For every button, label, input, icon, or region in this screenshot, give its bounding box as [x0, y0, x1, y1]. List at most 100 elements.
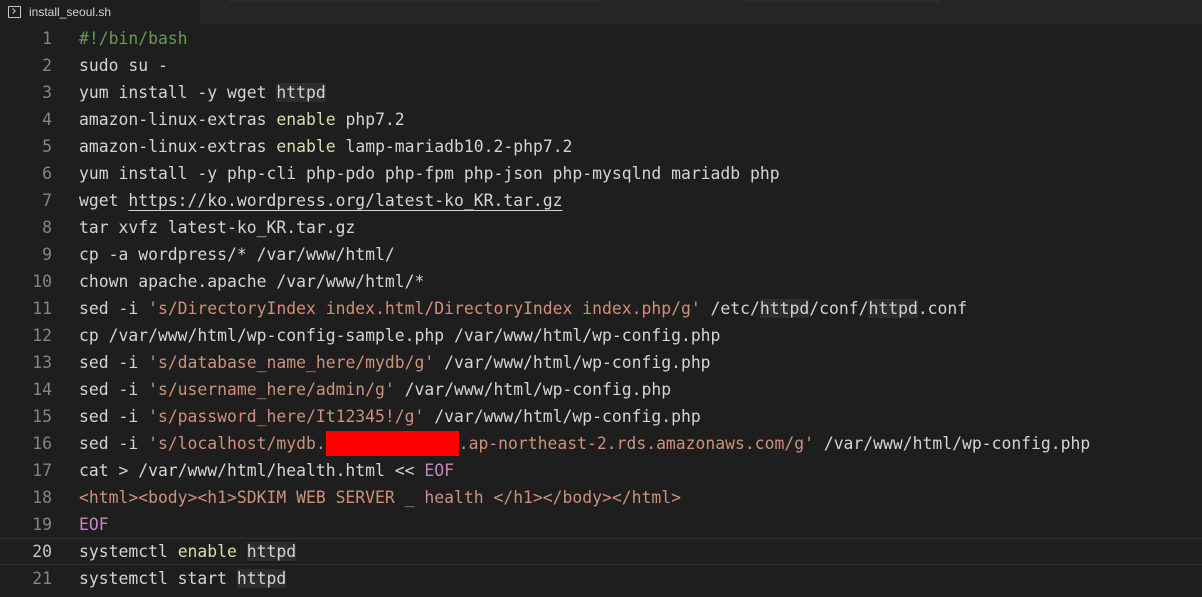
terminal-file-icon	[8, 6, 21, 18]
code-line[interactable]: 10 chown apache.apache /var/www/html/*	[0, 268, 1202, 295]
code-token: amazon-linux-extras	[79, 137, 277, 156]
line-code: amazon-linux-extras enable lamp-mariadb1…	[79, 133, 572, 160]
line-number: 20	[32, 542, 52, 561]
line-number: 6	[42, 164, 52, 183]
code-token: tar xvfz latest-ko_KR.tar.gz	[79, 218, 356, 237]
line-number: 12	[32, 326, 52, 345]
code-line[interactable]: 19 EOF	[0, 511, 1202, 538]
line-code: tar xvfz latest-ko_KR.tar.gz	[79, 214, 355, 241]
code-line[interactable]: 5 amazon-linux-extras enable lamp-mariadb…	[0, 133, 1202, 160]
code-token: amazon-linux-extras	[79, 110, 277, 129]
code-line[interactable]: 2 sudo su -	[0, 52, 1202, 79]
code-token: lamp-mariadb10.2-php7.2	[335, 137, 573, 156]
code-token: EOF	[79, 515, 109, 534]
code-token: yum install -y wget	[79, 83, 277, 102]
line-code: sed -i 's/password_here/It12345!/g' /var…	[79, 403, 701, 430]
code-token: sed -i	[79, 434, 149, 453]
code-line[interactable]: 15 sed -i 's/password_here/It12345!/g' /v…	[0, 403, 1202, 430]
code-token: sed -i	[79, 299, 149, 318]
url-link[interactable]: https://ko.wordpress.org/latest-ko_KR.ta…	[128, 191, 562, 210]
code-token: 's/localhost/mydb.	[148, 434, 326, 453]
tab-install-seoul[interactable]: install_seoul.sh	[0, 0, 200, 24]
code-line[interactable]: 11 sed -i 's/DirectoryIndex index.html/Di…	[0, 295, 1202, 322]
code-token: sed -i	[79, 407, 149, 426]
tab-bar: install_seoul.sh	[0, 0, 1202, 24]
code-token: /var/www/html/wp-config.php	[424, 407, 701, 426]
line-code: cp -a wordpress/* /var/www/html/	[79, 241, 395, 268]
code-token: 's/username_here/admin/g'	[148, 380, 395, 399]
code-token: sed -i	[79, 380, 149, 399]
code-token: EOF	[424, 461, 454, 480]
line-number: 2	[42, 56, 52, 75]
code-line[interactable]: 1 #!/bin/bash	[0, 25, 1202, 52]
line-number: 10	[32, 272, 52, 291]
code-token: #!/bin/bash	[79, 29, 188, 48]
code-token: systemctl	[79, 542, 178, 561]
code-token: httpd	[276, 83, 326, 102]
line-code: cp /var/www/html/wp-config-sample.php /v…	[79, 322, 720, 349]
code-token: cp /var/www/html/wp-config-sample.php /v…	[79, 326, 721, 345]
line-number: 4	[42, 110, 52, 129]
tab-strip-divider	[230, 0, 600, 2]
line-number: 7	[42, 191, 52, 210]
code-token: /etc/	[700, 299, 760, 318]
line-number: 1	[42, 29, 52, 48]
code-line[interactable]: 20 systemctl enable httpd	[0, 538, 1202, 565]
code-token: /var/www/html/wp-config.php	[394, 380, 672, 399]
code-token: <html><body><h1>SDKIM WEB SERVER _ healt…	[79, 488, 681, 507]
code-token: yum install -y php-cli php-pdo php-fpm p…	[79, 164, 780, 183]
code-token: php7.2	[335, 110, 405, 129]
line-code: cat > /var/www/html/health.html << EOF	[79, 457, 454, 484]
line-number: 19	[32, 515, 52, 534]
code-token: httpd	[759, 299, 810, 318]
line-code: yum install -y wget httpd	[79, 79, 326, 106]
line-number: 14	[32, 380, 52, 399]
tab-label: install_seoul.sh	[29, 5, 112, 19]
line-number: 13	[32, 353, 52, 372]
line-number: 3	[42, 83, 52, 102]
line-code: sed -i 's/username_here/admin/g' /var/ww…	[79, 376, 671, 403]
code-line[interactable]: 7 wget https://ko.wordpress.org/latest-ko…	[0, 187, 1202, 214]
code-token: /var/www/html/wp-config.php	[813, 434, 1091, 453]
code-token: enable	[276, 110, 336, 129]
code-line[interactable]: 12 cp /var/www/html/wp-config-sample.php …	[0, 322, 1202, 349]
line-code: chown apache.apache /var/www/html/*	[79, 268, 424, 295]
code-line[interactable]: 13 sed -i 's/database_name_here/mydb/g' /…	[0, 349, 1202, 376]
code-line[interactable]: 6 yum install -y php-cli php-pdo php-fpm …	[0, 160, 1202, 187]
line-code: amazon-linux-extras enable php7.2	[79, 106, 405, 133]
line-code: wget https://ko.wordpress.org/latest-ko_…	[79, 187, 563, 214]
code-token: httpd	[868, 299, 918, 318]
line-number: 8	[42, 218, 52, 237]
code-line[interactable]: 14 sed -i 's/username_here/admin/g' /var/…	[0, 376, 1202, 403]
code-token: systemctl start	[79, 569, 237, 588]
code-token: enable	[177, 542, 237, 561]
code-token: 's/DirectoryIndex index.html/DirectoryIn…	[148, 299, 701, 318]
code-line[interactable]: 3 yum install -y wget httpd	[0, 79, 1202, 106]
line-code: sed -i 's/database_name_here/mydb/g' /va…	[79, 349, 711, 376]
code-token: 's/password_here/It12345!/g'	[148, 407, 425, 426]
code-line[interactable]: 17 cat > /var/www/html/health.html << EOF	[0, 457, 1202, 484]
code-line[interactable]: 4 amazon-linux-extras enable php7.2	[0, 106, 1202, 133]
code-line[interactable]: 18 <html><body><h1>SDKIM WEB SERVER _ hea…	[0, 484, 1202, 511]
line-code: <html><body><h1>SDKIM WEB SERVER _ healt…	[79, 484, 681, 511]
redaction-block	[325, 431, 459, 456]
code-editor[interactable]: 1 #!/bin/bash 2 sudo su - 3 yum install -y wg…	[0, 25, 1202, 597]
code-line[interactable]: 9 cp -a wordpress/* /var/www/html/	[0, 241, 1202, 268]
line-number: 17	[32, 461, 52, 480]
code-token: httpd	[236, 569, 287, 588]
code-line[interactable]: 8 tar xvfz latest-ko_KR.tar.gz	[0, 214, 1202, 241]
line-number: 5	[42, 137, 52, 156]
line-number: 9	[42, 245, 52, 264]
line-code: sed -i 's/DirectoryIndex index.html/Dire…	[79, 295, 967, 322]
code-token: /var/www/html/wp-config.php	[434, 353, 711, 372]
code-token: wget	[79, 191, 129, 210]
code-line[interactable]: 16 sed -i 's/localhost/mydb. .ap-northeast…	[0, 430, 1202, 457]
line-number: 21	[32, 569, 52, 588]
tab-strip-divider	[745, 0, 940, 2]
code-line[interactable]: 21 systemctl start httpd	[0, 565, 1202, 592]
code-token: /conf/	[809, 299, 869, 318]
code-token: cat > /var/www/html/health.html <<	[79, 461, 425, 480]
code-token: cp -a wordpress/* /var/www/html/	[79, 245, 395, 264]
code-token: chown apache.apache /var/www/html/*	[79, 272, 425, 291]
